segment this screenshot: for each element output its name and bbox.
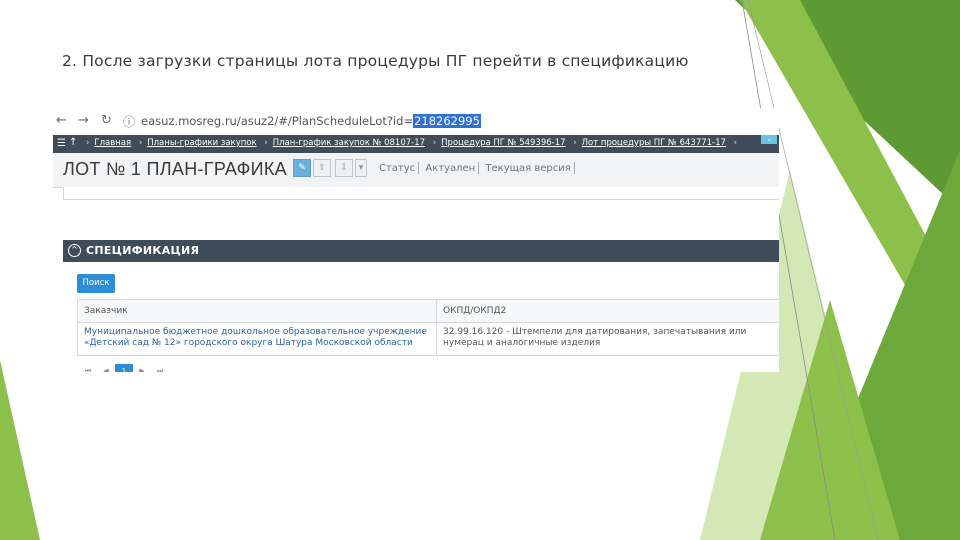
slide-title: 2. После загрузки страницы лота процедур… bbox=[62, 52, 689, 70]
cell-okpd: 32.99.16.120 - Штемпели для датирования,… bbox=[436, 322, 779, 356]
url-field[interactable]: easuz.mosreg.ru/asuz2/#/PlanScheduleLot?… bbox=[141, 114, 481, 128]
first-page-icon[interactable]: ⏮ bbox=[79, 364, 97, 372]
status-divider bbox=[478, 162, 480, 174]
breadcrumb-separator: › bbox=[138, 138, 143, 148]
status-divider bbox=[418, 162, 420, 174]
version-label: Текущая версия bbox=[485, 163, 571, 174]
cell-customer[interactable]: Муниципальное бюджетное дошкольное образ… bbox=[77, 322, 437, 356]
url-id-highlight: 218262995 bbox=[413, 114, 481, 128]
column-header-okpd[interactable]: ОКПД/ОКПД2 bbox=[436, 299, 779, 323]
menu-icon[interactable]: ☰ bbox=[57, 138, 66, 149]
breadcrumb-item[interactable]: Планы-графики закупок bbox=[147, 138, 256, 148]
specification-table: Заказчик ОКПД/ОКПД2 Муниципальное бюджет… bbox=[77, 299, 779, 356]
info-icon[interactable]: ⓘ bbox=[123, 113, 135, 130]
page-number[interactable]: 1 bbox=[115, 364, 133, 372]
breadcrumb-separator: › bbox=[432, 138, 437, 148]
browser-address-bar: ← → ↻ ⓘ easuz.mosreg.ru/asuz2/#/PlanSche… bbox=[53, 108, 779, 134]
breadcrumb-item[interactable]: Процедура ПГ № 549396-17 bbox=[441, 138, 565, 148]
url-prefix: easuz.mosreg.ru/asuz2/#/PlanScheduleLot?… bbox=[141, 114, 414, 128]
reload-icon[interactable]: ↻ bbox=[101, 113, 112, 128]
specification-title: СПЕЦИФИКАЦИЯ bbox=[86, 244, 200, 257]
prev-page-icon[interactable]: ◀ bbox=[97, 364, 115, 372]
upload-icon[interactable]: ⇧ bbox=[313, 159, 331, 177]
breadcrumb-items: › Главная › Планы-графики закупок › План-гр… bbox=[81, 138, 742, 148]
breadcrumb-item[interactable]: Лот процедуры ПГ № 643771-17 bbox=[582, 138, 726, 148]
breadcrumb-separator: › bbox=[264, 138, 268, 148]
download-icon[interactable]: ⇩ bbox=[335, 159, 353, 177]
lot-content-box bbox=[63, 187, 779, 200]
breadcrumb-item[interactable]: Главная bbox=[94, 138, 131, 148]
arrow-right-icon[interactable]: → bbox=[78, 113, 89, 128]
deco-triangle-left bbox=[0, 360, 40, 540]
breadcrumb: ☰ ↑ › Главная › Планы-графики закупок › Пла… bbox=[53, 135, 779, 153]
status-label: Статус bbox=[379, 163, 416, 174]
more-icon[interactable]: ▾ bbox=[355, 159, 367, 177]
breadcrumb-separator: › bbox=[86, 138, 90, 148]
breadcrumb-item[interactable]: План-график закупок № 08107-17 bbox=[273, 138, 425, 148]
collapse-icon[interactable]: ^ bbox=[68, 244, 81, 257]
pagination: ⏮ ◀ 1 ▶ ⏭ bbox=[79, 358, 169, 372]
breadcrumb-separator: › bbox=[733, 138, 738, 148]
lot-header: ЛОТ № 1 ПЛАН-ГРАФИКА ✎ ⇧ ⇩ ▾ Статус Акту… bbox=[53, 153, 779, 188]
column-header-customer[interactable]: Заказчик bbox=[77, 299, 437, 323]
chevron-down-icon[interactable]: ⌄ bbox=[761, 135, 777, 144]
edit-icon[interactable]: ✎ bbox=[293, 159, 311, 177]
screenshot-panel: ← → ↻ ⓘ easuz.mosreg.ru/asuz2/#/PlanSche… bbox=[53, 108, 779, 372]
breadcrumb-separator: › bbox=[573, 138, 577, 148]
status-group: Статус Актуален Текущая версия bbox=[379, 162, 578, 174]
status-divider bbox=[573, 162, 575, 174]
arrow-left-icon[interactable]: ← bbox=[56, 113, 67, 128]
table-row[interactable]: Муниципальное бюджетное дошкольное образ… bbox=[77, 322, 779, 356]
table-header-row: Заказчик ОКПД/ОКПД2 bbox=[77, 299, 779, 323]
search-button[interactable]: Поиск bbox=[77, 274, 115, 293]
specification-header[interactable]: ^ СПЕЦИФИКАЦИЯ bbox=[63, 240, 779, 262]
last-page-icon[interactable]: ⏭ bbox=[151, 364, 169, 372]
page-title: ЛОТ № 1 ПЛАН-ГРАФИКА bbox=[63, 159, 287, 179]
status-value: Актуален bbox=[425, 163, 476, 174]
arrow-up-icon[interactable]: ↑ bbox=[69, 137, 77, 148]
next-page-icon[interactable]: ▶ bbox=[133, 364, 151, 372]
